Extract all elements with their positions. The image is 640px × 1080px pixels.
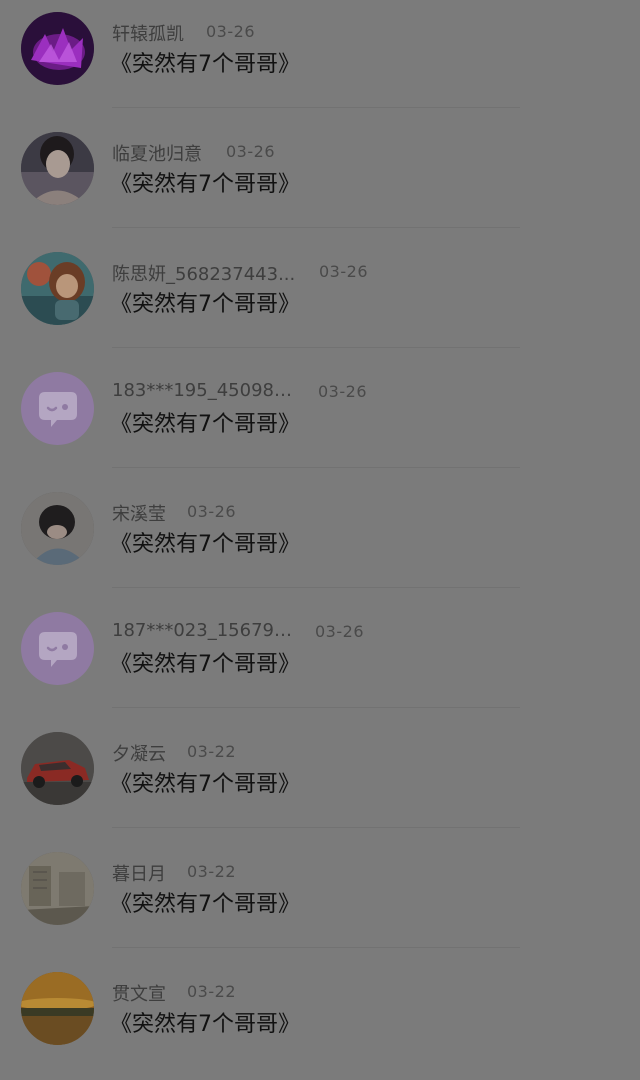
comment-text: 《突然有7个哥哥》	[110, 652, 300, 677]
default-chat-bubble-avatar[interactable]	[21, 612, 94, 685]
comment-list: 轩辕孤凯 03-26 《突然有7个哥哥》 临夏池归意 03-26 《突然有7个哥…	[0, 0, 640, 1045]
default-chat-bubble-avatar[interactable]	[21, 372, 94, 445]
comment-item[interactable]: 轩辕孤凯 03-26 《突然有7个哥哥》	[0, 0, 640, 120]
comment-item[interactable]: 187***023_156796... 03-26 《突然有7个哥哥》	[0, 600, 640, 720]
comment-item[interactable]: 183***195_450987... 03-26 《突然有7个哥哥》	[0, 360, 640, 480]
comment-date: 03-22	[187, 982, 236, 1001]
comment-date: 03-26	[226, 142, 275, 161]
comment-text: 《突然有7个哥哥》	[110, 532, 300, 557]
comment-text: 《突然有7个哥哥》	[110, 412, 300, 437]
sketch-scene-avatar[interactable]	[21, 852, 94, 925]
comment-item[interactable]: 宋溪莹 03-26 《突然有7个哥哥》	[0, 480, 640, 600]
comment-text: 《突然有7个哥哥》	[110, 292, 300, 317]
comment-text: 《突然有7个哥哥》	[110, 172, 300, 197]
purple-abstract-avatar[interactable]	[21, 12, 94, 85]
comment-date: 03-22	[187, 742, 236, 761]
comment-date: 03-26	[206, 22, 255, 41]
comment-item[interactable]: 临夏池归意 03-26 《突然有7个哥哥》	[0, 120, 640, 240]
comment-text: 《突然有7个哥哥》	[110, 772, 300, 797]
divider	[112, 827, 520, 828]
commenter-name: 临夏池归意	[112, 144, 202, 165]
divider	[112, 467, 520, 468]
commenter-name: 宋溪莹	[112, 504, 166, 525]
person-photo-avatar[interactable]	[21, 492, 94, 565]
comment-text: 《突然有7个哥哥》	[110, 52, 300, 77]
divider	[112, 227, 520, 228]
comment-date: 03-22	[187, 862, 236, 881]
commenter-name: 187***023_156796...	[112, 620, 302, 641]
divider	[112, 107, 520, 108]
cartoon-girl-avatar[interactable]	[21, 252, 94, 325]
commenter-name: 暮日月	[112, 864, 166, 885]
comment-item[interactable]: 夕凝云 03-22 《突然有7个哥哥》	[0, 720, 640, 840]
divider	[112, 587, 520, 588]
commenter-name: 陈思妍_568237443...	[112, 264, 296, 285]
comment-date: 03-26	[319, 262, 368, 281]
comment-text: 《突然有7个哥哥》	[110, 1012, 300, 1037]
red-car-avatar[interactable]	[21, 732, 94, 805]
comment-date: 03-26	[318, 382, 367, 401]
comment-date: 03-26	[315, 622, 364, 641]
divider	[112, 947, 520, 948]
comment-item[interactable]: 陈思妍_568237443... 03-26 《突然有7个哥哥》	[0, 240, 640, 360]
commenter-name: 轩辕孤凯	[112, 24, 184, 45]
commenter-name: 夕凝云	[112, 744, 166, 765]
comment-date: 03-26	[187, 502, 236, 521]
sunset-landscape-avatar[interactable]	[21, 972, 94, 1045]
commenter-name: 183***195_450987...	[112, 380, 302, 401]
comment-item[interactable]: 暮日月 03-22 《突然有7个哥哥》	[0, 840, 640, 960]
comment-text: 《突然有7个哥哥》	[110, 892, 300, 917]
woman-photo-avatar[interactable]	[21, 132, 94, 205]
divider	[112, 347, 520, 348]
commenter-name: 贯文宣	[112, 984, 166, 1005]
divider	[112, 707, 520, 708]
comment-item[interactable]: 贯文宣 03-22 《突然有7个哥哥》	[0, 960, 640, 1080]
